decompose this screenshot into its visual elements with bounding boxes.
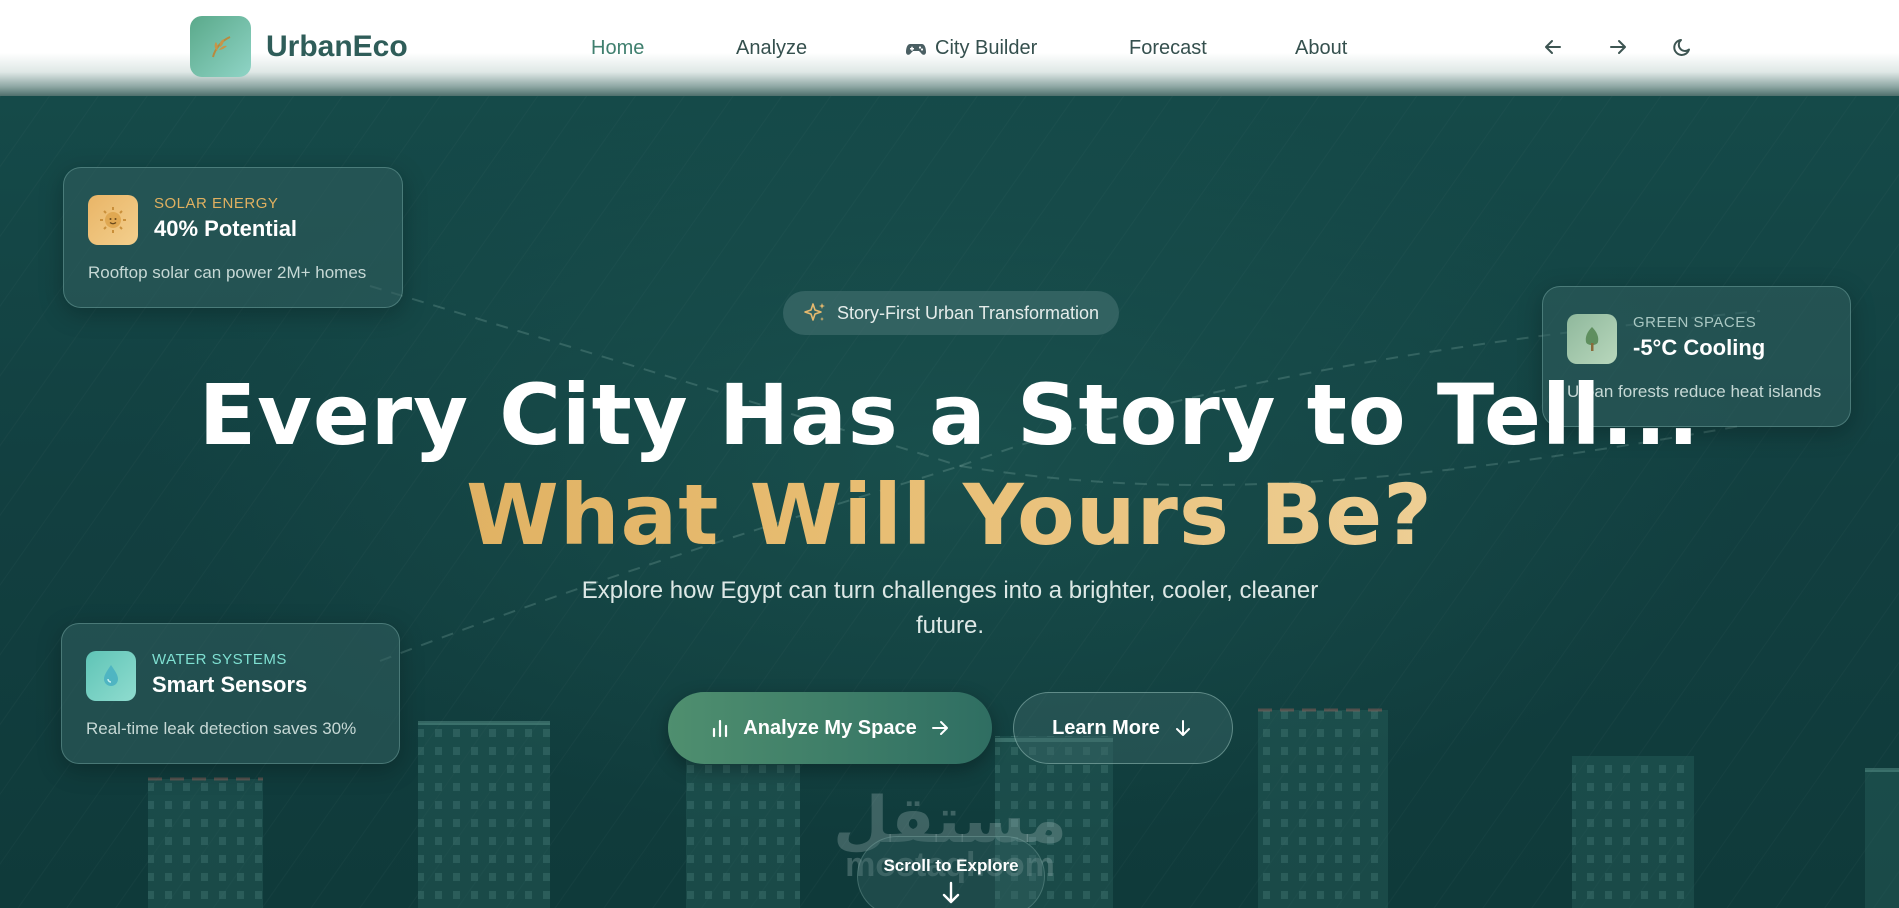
water-systems-card[interactable]: WATER SYSTEMS Smart Sensors Real-time le… — [61, 623, 400, 764]
solar-kicker: SOLAR ENERGY — [154, 195, 279, 212]
nav-about[interactable]: About — [1295, 37, 1347, 60]
arrow-left-icon — [1545, 40, 1561, 54]
water-title: Smart Sensors — [152, 672, 308, 697]
solar-energy-card[interactable]: SOLAR ENERGY 40% Potential Rooftop solar… — [63, 167, 403, 308]
hero-section: SOLAR ENERGY 40% Potential Rooftop solar… — [0, 96, 1899, 908]
nav-city-builder-label: City Builder — [935, 37, 1038, 59]
back-button[interactable] — [1536, 30, 1570, 64]
theme-toggle-button[interactable] — [1666, 30, 1700, 64]
bar-chart-icon — [713, 719, 728, 738]
logo[interactable] — [190, 16, 251, 77]
nav-home[interactable]: Home — [591, 37, 644, 60]
analyze-my-space-label: Analyze My Space — [743, 716, 917, 739]
forward-button[interactable] — [1601, 30, 1635, 64]
scroll-label[interactable]: Scroll to Explore — [857, 856, 1045, 876]
analyze-my-space-button[interactable]: Analyze My Space — [668, 692, 992, 764]
solar-icon-box — [88, 195, 138, 245]
hero-subtitle: Explore how Egypt can turn challenges in… — [581, 577, 1319, 639]
nav-home-label: Home — [591, 37, 645, 59]
green-icon-box — [1567, 314, 1617, 364]
water-drop-icon — [104, 665, 118, 686]
green-title: -5°C Cooling — [1633, 335, 1766, 360]
nav-forecast-label: Forecast — [1129, 37, 1207, 59]
hero-headline: Every City Has a Story to Tell... — [198, 366, 1701, 464]
sparkles-icon — [804, 303, 825, 321]
green-kicker: GREEN SPACES — [1633, 314, 1757, 331]
nav-forecast[interactable]: Forecast — [1129, 37, 1207, 60]
arrow-down-icon — [1175, 720, 1190, 736]
nav-about-label: About — [1295, 37, 1348, 59]
leaf-icon — [211, 35, 230, 57]
solar-title: 40% Potential — [154, 216, 298, 241]
tagline-text: Story-First Urban Transformation — [836, 302, 1100, 323]
brand-name[interactable]: UrbanEco — [266, 30, 408, 64]
water-desc: Real-time leak detection saves 30% — [86, 719, 357, 738]
nav-city-builder[interactable]: City Builder — [905, 37, 1037, 60]
solar-desc: Rooftop solar can power 2M+ homes — [88, 263, 367, 282]
tree-icon — [1585, 327, 1599, 351]
tagline-pill: Story-First Urban Transformation — [783, 291, 1119, 335]
top-navbar: UrbanEco Home Analyze City Builder Forec… — [0, 0, 1899, 96]
hero-headline-accent: What Will Yours Be? — [0, 466, 1899, 564]
arrow-right-icon — [931, 721, 948, 735]
sun-icon — [100, 207, 126, 233]
nav-analyze-label: Analyze — [736, 37, 808, 59]
water-icon-box — [86, 651, 136, 701]
chevron-down-icon — [942, 881, 960, 904]
gamepad-icon — [906, 43, 926, 55]
moon-icon — [1673, 39, 1690, 56]
water-kicker: WATER SYSTEMS — [152, 651, 287, 668]
learn-more-label: Learn More — [1052, 716, 1160, 739]
nav-analyze[interactable]: Analyze — [736, 37, 807, 60]
arrow-right-icon — [1610, 40, 1626, 54]
learn-more-button[interactable]: Learn More — [1013, 692, 1233, 764]
